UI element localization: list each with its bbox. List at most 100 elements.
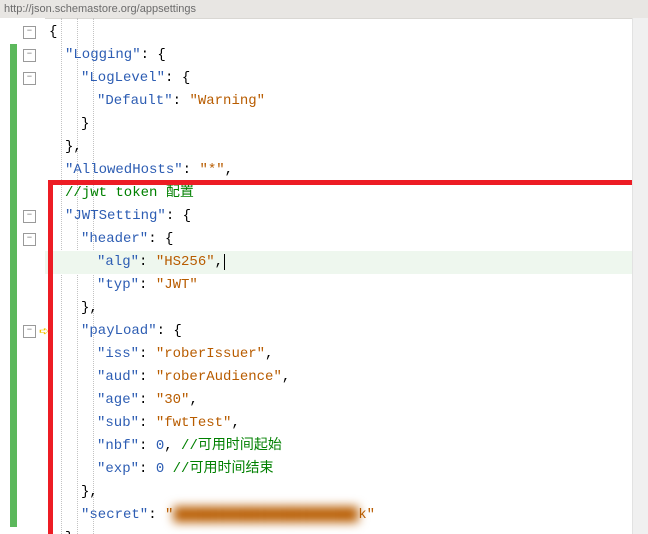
code-line[interactable]: "exp": 0 //可用时间结束 [45,458,648,481]
token-s: "fwtTest" [156,415,232,431]
token-c: //可用时间结束 [173,461,274,477]
code-line[interactable]: "aud": "roberAudience", [45,366,648,389]
code-line[interactable]: "Default": "Warning" [45,90,648,113]
address-bar: http://json.schemastore.org/appsettings [0,0,648,19]
token-p [164,461,172,477]
fold-toggle[interactable]: − [23,49,36,62]
token-p: : { [166,208,191,224]
token-k: "Default" [97,93,173,109]
token-k: "iss" [97,346,139,362]
token-p: : [139,369,156,385]
token-p: : [139,438,156,454]
token-c: //可用时间起始 [181,438,282,454]
token-k: "Logging" [65,47,141,63]
code-line[interactable]: "sub": "fwtTest", [45,412,648,435]
code-line[interactable]: "age": "30", [45,389,648,412]
token-s: "*" [199,162,224,178]
fold-toggle[interactable]: − [23,233,36,246]
token-p: : [173,93,190,109]
code-line[interactable]: }, [45,297,648,320]
fold-toggle[interactable]: − [23,325,36,338]
code-line[interactable]: { [45,21,648,44]
change-bar [10,18,17,534]
token-k: "exp" [97,461,139,477]
token-p: : [139,277,156,293]
token-s: "30" [156,392,190,408]
token-s: ██████████████████████ [173,507,358,523]
code-line[interactable]: } [45,113,648,136]
fold-toggle[interactable]: − [23,26,36,39]
code-line[interactable]: "nbf": 0, //可用时间起始 [45,435,648,458]
token-s: "JWT" [156,277,198,293]
fold-toggle[interactable]: − [23,210,36,223]
change-marker [10,44,17,182]
token-c: //jwt token 配置 [65,185,194,201]
token-p: : [139,461,156,477]
token-s: "Warning" [189,93,265,109]
fold-gutter[interactable]: −−−−−−➪ [17,18,45,534]
text-caret [224,254,225,270]
token-p: , [265,346,273,362]
token-k: "typ" [97,277,139,293]
token-k: "secret" [81,507,148,523]
token-k: "JWTSetting" [65,208,166,224]
token-s: "HS256" [156,254,215,270]
token-p: }, [81,300,98,316]
token-p: : [139,392,156,408]
change-marker [10,182,17,527]
fold-toggle[interactable]: − [23,72,36,85]
token-p: , [282,369,290,385]
code-line[interactable]: "header": { [45,228,648,251]
token-k: "aud" [97,369,139,385]
code-line[interactable]: "LogLevel": { [45,67,648,90]
token-p: : [139,346,156,362]
breakpoint-strip[interactable] [0,18,10,534]
code-line[interactable]: "typ": "JWT" [45,274,648,297]
token-k: "payLoad" [81,323,157,339]
token-p: }, [65,139,82,155]
token-k: "nbf" [97,438,139,454]
token-p: : { [165,70,190,86]
token-p: : { [157,323,182,339]
token-k: "sub" [97,415,139,431]
token-p: , [215,254,223,270]
code-editor[interactable]: −−−−−−➪ {"Logging": {"LogLevel": {"Defau… [0,18,648,534]
code-line[interactable]: "AllowedHosts": "*", [45,159,648,182]
token-n: 0 [156,461,164,477]
token-k: "AllowedHosts" [65,162,183,178]
code-line[interactable]: "payLoad": { [45,320,648,343]
token-p: { [49,24,57,40]
code-line[interactable]: } [45,527,648,534]
token-p: : [183,162,200,178]
token-p: }, [81,484,98,500]
token-p: : { [141,47,166,63]
token-p: : [139,415,156,431]
vertical-scrollbar[interactable] [632,18,648,534]
code-line[interactable]: "secret": "██████████████████████k" [45,504,648,527]
token-n: 0 [156,438,164,454]
editor-window: http://json.schemastore.org/appsettings … [0,0,648,534]
token-k: "header" [81,231,148,247]
code-line[interactable]: "JWTSetting": { [45,205,648,228]
token-p: , [164,438,181,454]
code-line[interactable]: "iss": "roberIssuer", [45,343,648,366]
address-bar-text: http://json.schemastore.org/appsettings [4,3,196,15]
token-p: } [81,116,89,132]
code-line[interactable]: "Logging": { [45,44,648,67]
code-line[interactable]: //jwt token 配置 [45,182,648,205]
code-area[interactable]: {"Logging": {"LogLevel": {"Default": "Wa… [45,18,648,534]
token-s: "roberAudience" [156,369,282,385]
code-line[interactable]: }, [45,136,648,159]
token-s: "roberIssuer" [156,346,265,362]
token-k: "alg" [97,254,139,270]
token-p: } [65,530,73,534]
token-p: : [148,507,165,523]
token-k: "LogLevel" [81,70,165,86]
code-line[interactable]: }, [45,481,648,504]
token-k: "age" [97,392,139,408]
token-p: , [189,392,197,408]
code-line[interactable]: "alg": "HS256", [45,251,648,274]
token-p: : { [148,231,173,247]
token-p: : [139,254,156,270]
token-p: , [231,415,239,431]
